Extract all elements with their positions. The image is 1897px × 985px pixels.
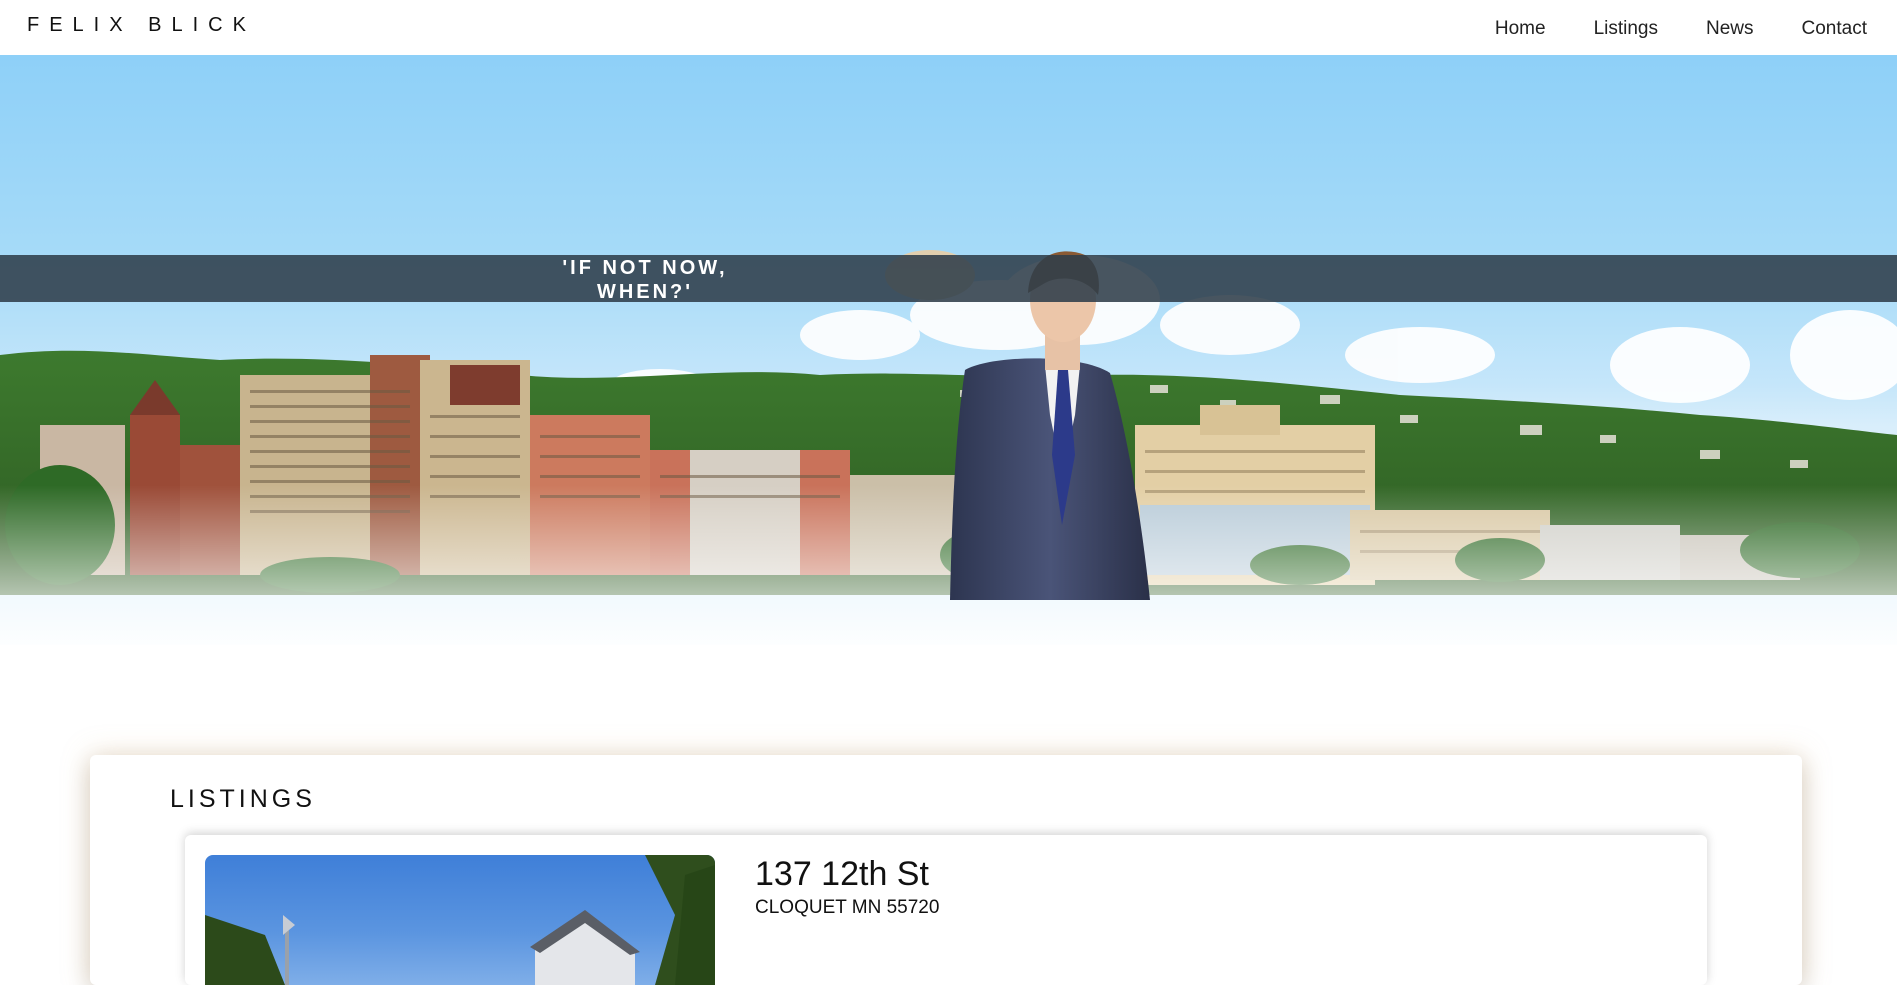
hero-quote-line-2: WHEN?' [596,281,694,303]
nav-home-link[interactable]: Home [1495,18,1546,40]
quote-band [0,255,1897,302]
hero-skyline-image [0,250,1897,655]
listing-photo[interactable] [205,855,715,985]
listings-section: LISTINGS 137 12th St CLOQUET MN 55720 [90,755,1802,985]
nav-news-link[interactable]: News [1706,18,1754,40]
listing-city: CLOQUET MN 55720 [755,897,940,918]
house-photo [205,855,715,985]
listing-address[interactable]: 137 12th St [755,855,929,894]
hero-banner: 'IF NOT NOW, WHEN?' [0,55,1897,655]
site-logo[interactable]: FELIX BLICK [27,14,256,37]
listings-heading: LISTINGS [170,785,316,813]
site-header: FELIX BLICK Home Listings News Contact [0,0,1897,55]
nav-listings-link[interactable]: Listings [1594,18,1658,40]
hero-quote: 'IF NOT NOW, WHEN?' [530,255,760,304]
hero-quote-line-1: 'IF NOT NOW, [562,257,728,279]
main-nav: Home Listings News Contact [1447,18,1867,40]
nav-contact-link[interactable]: Contact [1802,18,1867,40]
listing-card[interactable]: 137 12th St CLOQUET MN 55720 [185,835,1707,985]
